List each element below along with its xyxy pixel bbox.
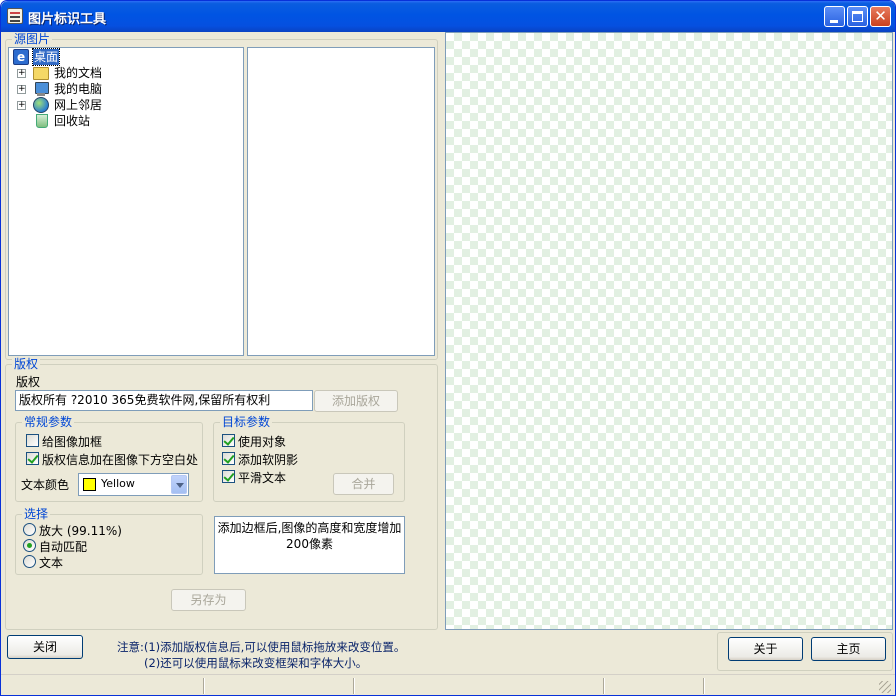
copyright-input[interactable]: 版权所有 ?2010 365免费软件网,保留所有权利 (15, 390, 313, 411)
recycle-bin-icon (36, 114, 48, 128)
title-bar[interactable]: 图片标识工具 ✕ (1, 1, 895, 32)
soft-shadow-checkbox[interactable] (222, 452, 235, 465)
select-legend: 选择 (22, 507, 51, 521)
add-frame-label[interactable]: 给图像加框 (42, 433, 102, 450)
tree-item-desktop[interactable]: 桌面 (9, 48, 239, 66)
add-frame-checkbox[interactable] (26, 434, 39, 447)
target-params-legend: 目标参数 (220, 415, 273, 429)
use-object-checkbox[interactable] (222, 434, 235, 447)
close-button[interactable]: 关闭 (7, 635, 83, 659)
copyright-label: 版权 (16, 375, 41, 389)
network-places-icon (33, 97, 49, 113)
info-below-label[interactable]: 版权信息加在图像下方空白处 (42, 451, 198, 468)
minimize-icon (830, 20, 838, 23)
zoom-label[interactable]: 放大 (99.11%) (39, 522, 122, 539)
general-params-legend: 常规参数 (22, 415, 75, 429)
minimize-button[interactable] (824, 6, 845, 27)
tree-item-label: 我的文档 (54, 66, 103, 80)
close-icon: ✕ (874, 7, 887, 25)
description-box: 添加边框后,图像的高度和宽度增加200像素 (214, 516, 405, 574)
main-window: 图片标识工具 ✕ 源图片 桌面 + 我的文档 + 我的电脑 + 网上邻居 (0, 0, 896, 696)
my-computer-icon (33, 82, 49, 98)
text-color-select[interactable]: Yellow (78, 473, 189, 496)
status-cell (203, 678, 353, 694)
tree-item-label: 桌面 (31, 48, 61, 66)
auto-fit-label[interactable]: 自动匹配 (39, 538, 87, 555)
source-legend: 源图片 (12, 32, 53, 46)
desktop-icon (13, 49, 29, 65)
status-cell (703, 678, 893, 694)
text-option-label[interactable]: 文本 (39, 554, 63, 571)
resize-grip-icon[interactable] (879, 681, 891, 693)
status-cell (603, 678, 703, 694)
expand-icon[interactable]: + (17, 85, 26, 94)
smooth-text-label[interactable]: 平滑文本 (238, 469, 286, 486)
home-button[interactable]: 主页 (811, 637, 886, 661)
tree-item-label: 我的电脑 (54, 82, 103, 96)
expand-icon[interactable]: + (17, 69, 26, 78)
note-line-1: 注意:(1)添加版权信息后,可以使用鼠标拖放来改变位置。 (117, 640, 406, 654)
status-bar (1, 674, 895, 695)
color-swatch (83, 478, 96, 491)
tree-item-my-computer[interactable]: + 我的电脑 (9, 81, 239, 97)
note-line-2: (2)还可以使用鼠标来改变框架和字体大小。 (144, 656, 368, 670)
app-icon (7, 8, 23, 24)
window-title: 图片标识工具 (28, 12, 107, 27)
info-below-checkbox[interactable] (26, 452, 39, 465)
use-object-label[interactable]: 使用对象 (238, 433, 286, 450)
auto-fit-radio[interactable] (23, 539, 36, 552)
folder-tree[interactable]: 桌面 + 我的文档 + 我的电脑 + 网上邻居 回收站 (8, 47, 244, 356)
soft-shadow-label[interactable]: 添加软阴影 (238, 451, 298, 468)
tree-item-recycle-bin[interactable]: 回收站 (9, 113, 239, 129)
maximize-icon (852, 11, 863, 22)
status-cell (353, 678, 603, 694)
text-color-value: Yellow (101, 477, 135, 490)
tree-item-my-documents[interactable]: + 我的文档 (9, 65, 239, 81)
maximize-button[interactable] (847, 6, 868, 27)
image-preview[interactable] (445, 32, 893, 630)
close-window-button[interactable]: ✕ (870, 6, 891, 27)
tree-item-network-places[interactable]: + 网上邻居 (9, 97, 239, 113)
smooth-text-checkbox[interactable] (222, 470, 235, 483)
about-button[interactable]: 关于 (728, 637, 803, 661)
my-documents-icon (33, 67, 49, 80)
zoom-radio[interactable] (23, 523, 36, 536)
merge-button[interactable]: 合并 (333, 473, 394, 495)
text-radio[interactable] (23, 555, 36, 568)
chevron-down-icon[interactable] (171, 475, 187, 494)
save-as-button[interactable]: 另存为 (171, 589, 246, 611)
expand-icon[interactable]: + (17, 101, 26, 110)
file-list[interactable] (247, 47, 435, 356)
tree-item-label: 网上邻居 (54, 98, 103, 112)
add-copyright-button[interactable]: 添加版权 (314, 390, 398, 412)
tree-item-label: 回收站 (54, 114, 91, 128)
text-color-label: 文本颜色 (21, 478, 70, 492)
copyright-legend: 版权 (12, 357, 41, 371)
